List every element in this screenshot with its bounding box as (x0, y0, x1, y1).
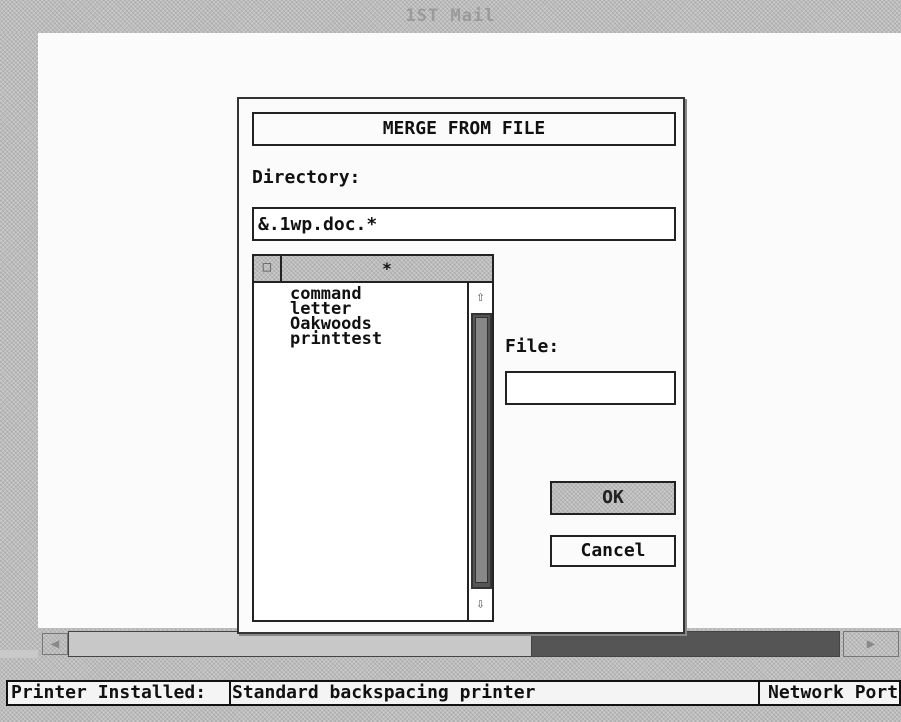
scroll-down-arrow-icon[interactable]: ⇩ (469, 593, 492, 615)
cancel-button[interactable]: Cancel (550, 535, 676, 567)
scroll-right-arrow-icon[interactable]: ▶ (843, 631, 899, 657)
merge-from-file-dialog: MERGE FROM FILE Directory: □ * command l… (237, 97, 685, 634)
file-list-items: command letter Oakwoods printtest (290, 286, 460, 348)
file-list-box: □ * command letter Oakwoods printtest ⇧ … (252, 254, 494, 622)
status-port: Network Port (758, 682, 901, 704)
vertical-scrollbar[interactable]: ⇧ ⇩ (467, 283, 492, 620)
status-row: Printer Installed: Standard backspacing … (6, 680, 901, 706)
directory-input[interactable] (252, 207, 676, 241)
status-bar: Printer Installed: Standard backspacing … (0, 658, 901, 722)
status-label: Printer Installed: (8, 682, 231, 704)
horizontal-scroll-track[interactable] (68, 631, 840, 657)
window-title: 1ST Mail (405, 6, 496, 26)
window-title-bar[interactable]: 1ST Mail (0, 0, 901, 33)
vertical-scroll-track[interactable] (471, 313, 492, 589)
vertical-scroll-thumb[interactable] (475, 317, 488, 583)
scroll-up-arrow-icon[interactable]: ⇧ (469, 286, 492, 308)
scroll-left-arrow-icon[interactable]: ◀ (42, 633, 68, 655)
horizontal-scroll-thumb[interactable] (69, 632, 532, 656)
directory-label: Directory: (252, 167, 361, 188)
ok-button[interactable]: OK (550, 481, 676, 515)
file-filter-pattern: * (382, 259, 392, 278)
list-item[interactable]: printtest (290, 331, 460, 348)
close-box-icon[interactable]: □ (254, 256, 282, 281)
window-left-border (0, 33, 38, 650)
file-name-input[interactable] (505, 371, 676, 405)
dialog-title: MERGE FROM FILE (252, 112, 676, 146)
file-list-header: □ * (254, 256, 492, 283)
status-printer-value: Standard backspacing printer (232, 682, 536, 703)
file-label: File: (505, 336, 560, 357)
